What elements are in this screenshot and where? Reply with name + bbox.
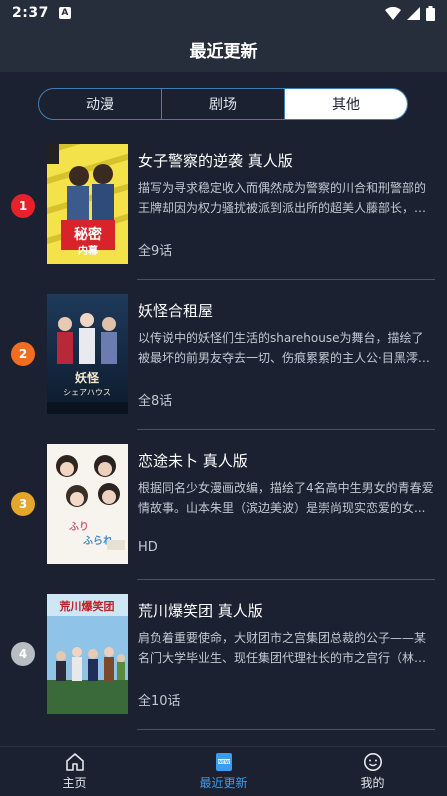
- poster-image: 荒川爆笑团: [47, 594, 128, 714]
- divider: [137, 579, 435, 580]
- list-item[interactable]: 1 秘密 内幕 女子警察的逆袭 真人版 描写为寻求稳定收入而偶然成为警察的川合和…: [0, 138, 447, 288]
- status-bar: 2:37 A: [0, 0, 447, 26]
- new-icon: NEW: [215, 753, 232, 771]
- episode-count: 全10话: [138, 694, 181, 709]
- rank-badge: 4: [11, 642, 35, 666]
- update-list: 1 秘密 内幕 女子警察的逆袭 真人版 描写为寻求稳定收入而偶然成为警察的川合和…: [0, 138, 447, 738]
- list-item[interactable]: 2 妖怪 シェアハウス 妖怪合租屋 以传说中的妖怪们生活的sharehouse为…: [0, 288, 447, 438]
- category-tabs: 动漫 剧场 其他: [38, 88, 408, 120]
- item-description: 根据同名少女漫画改编，描绘了4名高中生男女的青春爱情故事。山本朱里（滨边美波）是…: [138, 481, 434, 515]
- battery-icon: [426, 5, 435, 21]
- tab-theater[interactable]: 剧场: [162, 89, 285, 119]
- nav-recent-label: 最近更新: [199, 776, 248, 790]
- rank-badge: 3: [11, 492, 35, 516]
- episode-count: 全8话: [138, 394, 173, 409]
- page-title: 最近更新: [189, 41, 258, 62]
- item-title: 妖怪合租屋: [138, 302, 214, 320]
- tab-other[interactable]: 其他: [285, 89, 407, 119]
- home-icon: [65, 753, 84, 771]
- status-time: 2:37: [12, 5, 49, 21]
- status-icons: [385, 5, 435, 21]
- rank-badge: 2: [11, 342, 35, 366]
- nav-mine-label: 我的: [360, 776, 385, 790]
- signal-icon: [407, 6, 420, 20]
- svg-text:妖怪: 妖怪: [75, 370, 100, 385]
- poster-image: 妖怪 シェアハウス: [47, 294, 128, 414]
- divider: [137, 729, 435, 730]
- divider: [137, 429, 435, 430]
- profile-icon: [363, 753, 382, 771]
- item-title: 恋途未卜 真人版: [138, 452, 248, 470]
- svg-text:NEW: NEW: [218, 759, 230, 765]
- nav-mine[interactable]: 我的: [298, 747, 447, 796]
- item-description: 描写为寻求稳定收入而偶然成为警察的川合和刑警部的王牌却因为权力骚扰被派到派出所的…: [138, 181, 427, 215]
- svg-text:内幕: 内幕: [78, 244, 99, 257]
- item-title: 荒川爆笑团 真人版: [138, 602, 263, 620]
- poster-image: 秘密 内幕: [47, 144, 128, 264]
- item-description: 以传说中的妖怪们生活的sharehouse为舞台，描绘了被最坏的前男友夺去一切、…: [138, 331, 424, 365]
- rank-badge: 1: [11, 194, 35, 218]
- item-title: 女子警察的逆袭 真人版: [138, 152, 293, 170]
- svg-text:荒川爆笑团: 荒川爆笑团: [59, 599, 115, 613]
- divider: [137, 279, 435, 280]
- item-description: 肩负着重要使命，大财团市之宫集团总裁的公子——某名门大学毕业生、现任集团代理社长…: [138, 631, 427, 665]
- episode-count: HD: [138, 540, 158, 555]
- episode-count: 全9话: [138, 244, 173, 259]
- nav-recent-updates[interactable]: NEW 最近更新: [149, 747, 298, 796]
- nav-home-label: 主页: [62, 776, 87, 790]
- poster-image: ふり ふられ: [47, 444, 128, 564]
- list-item[interactable]: 4 荒川爆笑团 荒川爆笑团 真人版 肩负着重要使命，大财团市之宫集团总裁的公子—…: [0, 588, 447, 738]
- svg-text:シェアハウス: シェアハウス: [63, 388, 111, 397]
- svg-text:ふり: ふり: [69, 521, 89, 533]
- list-item[interactable]: 3 ふり ふられ 恋途未卜 真人版 根据同名少女漫画改编，描绘了4名高中生男女的…: [0, 438, 447, 588]
- app-header: 最近更新: [0, 26, 447, 72]
- notification-icon: A: [58, 7, 71, 19]
- wifi-icon: [385, 6, 401, 20]
- svg-text:秘密: 秘密: [74, 226, 102, 243]
- nav-home[interactable]: 主页: [0, 747, 149, 796]
- tab-anime[interactable]: 动漫: [39, 89, 162, 119]
- bottom-navigation: 主页 NEW 最近更新 我的: [0, 746, 447, 796]
